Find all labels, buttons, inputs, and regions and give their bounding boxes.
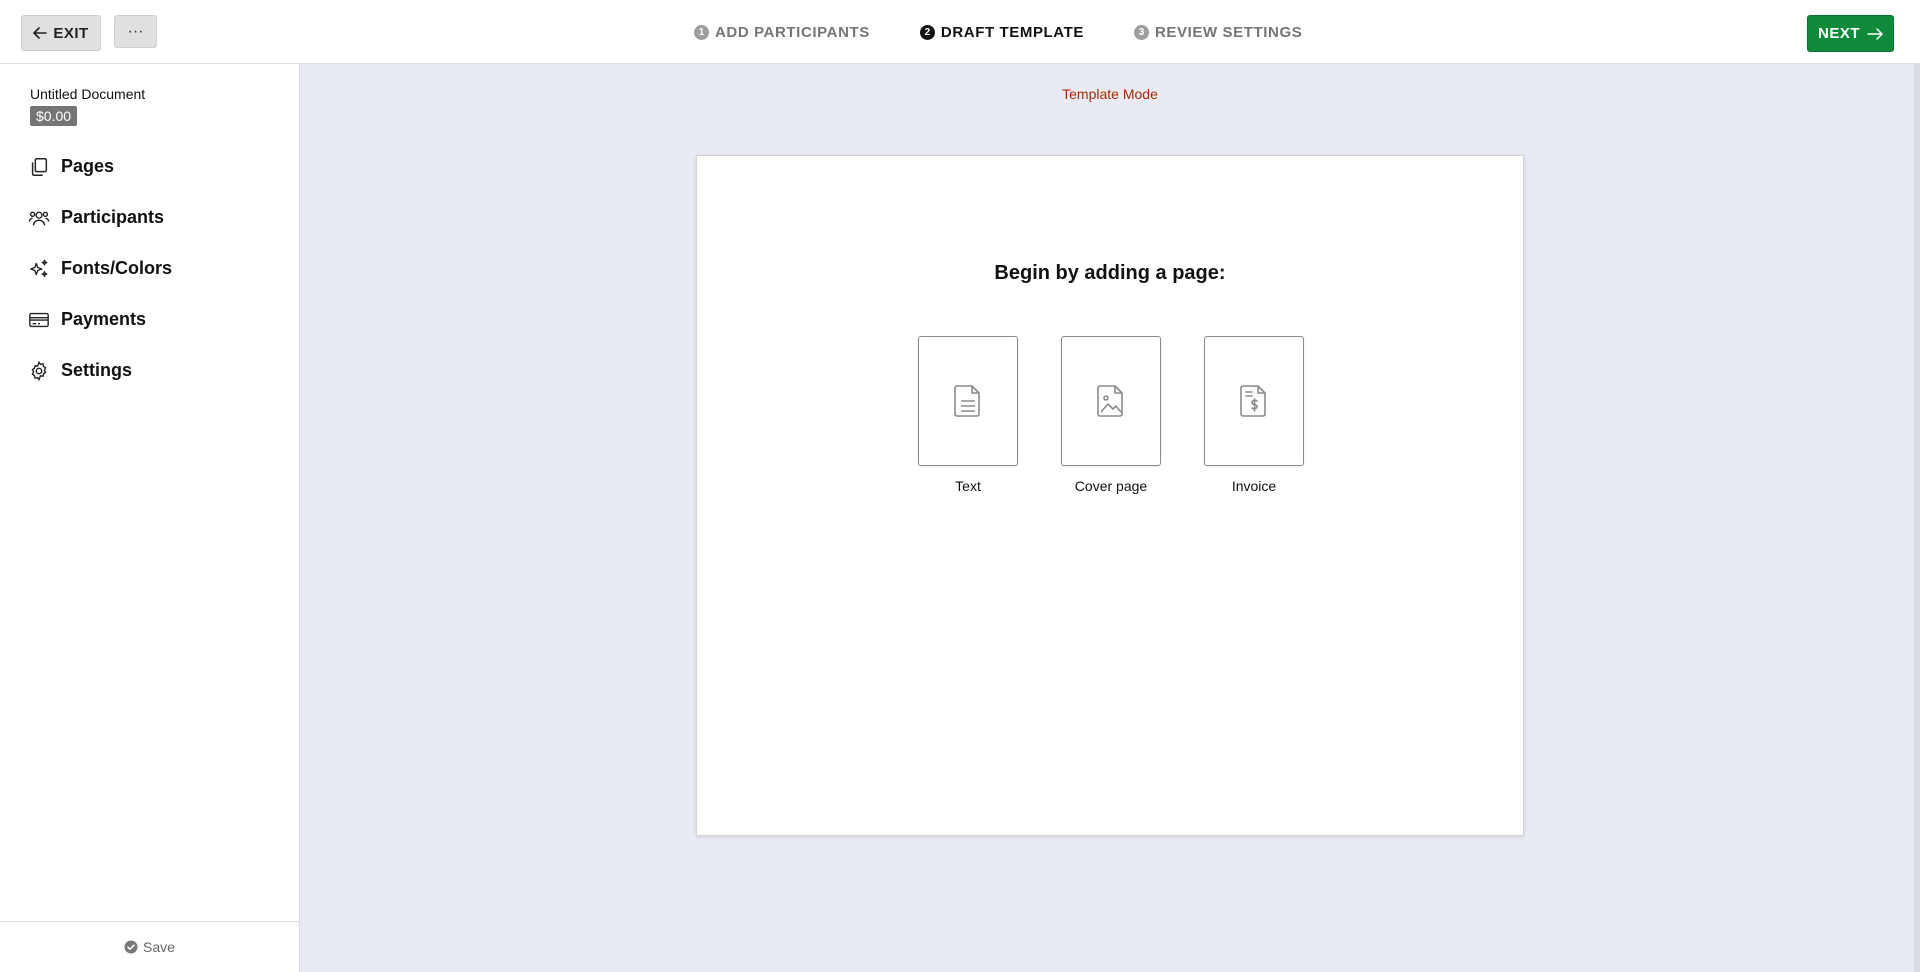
next-button[interactable]: NEXT — [1807, 15, 1894, 52]
sidebar-item-label: Pages — [61, 156, 115, 176]
page-type-options: Text Cover page Invoice — [918, 336, 1304, 494]
step-label: REVIEW SETTINGS — [1155, 23, 1303, 41]
check-circle-icon — [124, 940, 138, 954]
editor-canvas: Template Mode Begin by adding a page: Te… — [300, 64, 1920, 972]
sidebar-nav: Pages Participants Fonts/Colors Payments… — [28, 141, 172, 396]
step-add-participants[interactable]: 1 ADD PARTICIPANTS — [694, 24, 870, 41]
step-draft-template[interactable]: 2 DRAFT TEMPLATE — [919, 23, 1084, 41]
step-label: ADD PARTICIPANTS — [715, 23, 870, 41]
top-bar: EXIT ··· 1 ADD PARTICIPANTS 2 DRAFT TEMP… — [0, 0, 1920, 64]
sidebar-item-fonts-colors[interactable]: Fonts/Colors — [28, 243, 172, 294]
save-button[interactable]: Save — [124, 939, 175, 955]
template-mode-label: Template Mode — [1062, 86, 1158, 102]
invoice-document-icon — [1240, 385, 1266, 417]
more-icon: ··· — [127, 22, 144, 40]
participants-icon — [28, 211, 50, 225]
step-label: DRAFT TEMPLATE — [940, 23, 1084, 41]
step-number: 3 — [1134, 24, 1149, 40]
stepper: 1 ADD PARTICIPANTS 2 DRAFT TEMPLATE 3 RE… — [694, 20, 1352, 44]
exit-label: EXIT — [53, 24, 89, 42]
price-badge: $0.00 — [30, 106, 78, 126]
option-thumbnail[interactable] — [1061, 336, 1161, 466]
sidebar-item-label: Fonts/Colors — [61, 258, 172, 278]
sidebar-item-label: Payments — [61, 309, 147, 329]
step-number: 1 — [694, 24, 709, 40]
sparkle-icon — [30, 259, 48, 277]
exit-button[interactable]: EXIT — [21, 15, 101, 51]
add-cover-page-option[interactable]: Cover page — [1061, 336, 1161, 494]
add-invoice-page-option[interactable]: Invoice — [1204, 336, 1304, 494]
vertical-scrollbar[interactable] — [1914, 64, 1920, 972]
option-thumbnail[interactable] — [918, 336, 1018, 466]
arrow-left-icon — [33, 27, 48, 39]
add-text-page-option[interactable]: Text — [918, 336, 1018, 494]
sidebar-item-label: Settings — [61, 360, 133, 380]
option-label: Text — [955, 478, 981, 494]
option-label: Invoice — [1231, 478, 1277, 494]
pages-icon — [31, 157, 48, 176]
sidebar-item-pages[interactable]: Pages — [28, 141, 172, 192]
option-label: Cover page — [1074, 478, 1148, 494]
option-thumbnail[interactable] — [1204, 336, 1304, 466]
sidebar-item-payments[interactable]: Payments — [28, 294, 172, 345]
sidebar-item-label: Participants — [61, 207, 165, 227]
sidebar: Untitled Document $0.00 Pages Participan… — [0, 64, 300, 972]
card-icon — [29, 312, 49, 327]
save-label: Save — [143, 939, 175, 955]
document-title[interactable]: Untitled Document — [30, 86, 145, 102]
arrow-right-icon — [1867, 27, 1883, 40]
sidebar-footer: Save — [0, 921, 299, 972]
document-page: Begin by adding a page: Text Cover page … — [696, 155, 1524, 836]
begin-prompt: Begin by adding a page: — [994, 262, 1226, 284]
sidebar-item-settings[interactable]: Settings — [28, 345, 172, 396]
step-review-settings[interactable]: 3 REVIEW SETTINGS — [1134, 24, 1302, 41]
gear-icon — [31, 360, 47, 381]
text-document-icon — [954, 385, 980, 417]
step-number: 2 — [919, 24, 935, 40]
sidebar-item-participants[interactable]: Participants — [28, 192, 172, 243]
more-options-button[interactable]: ··· — [114, 15, 157, 48]
next-label: NEXT — [1817, 25, 1860, 42]
image-document-icon — [1097, 385, 1123, 417]
